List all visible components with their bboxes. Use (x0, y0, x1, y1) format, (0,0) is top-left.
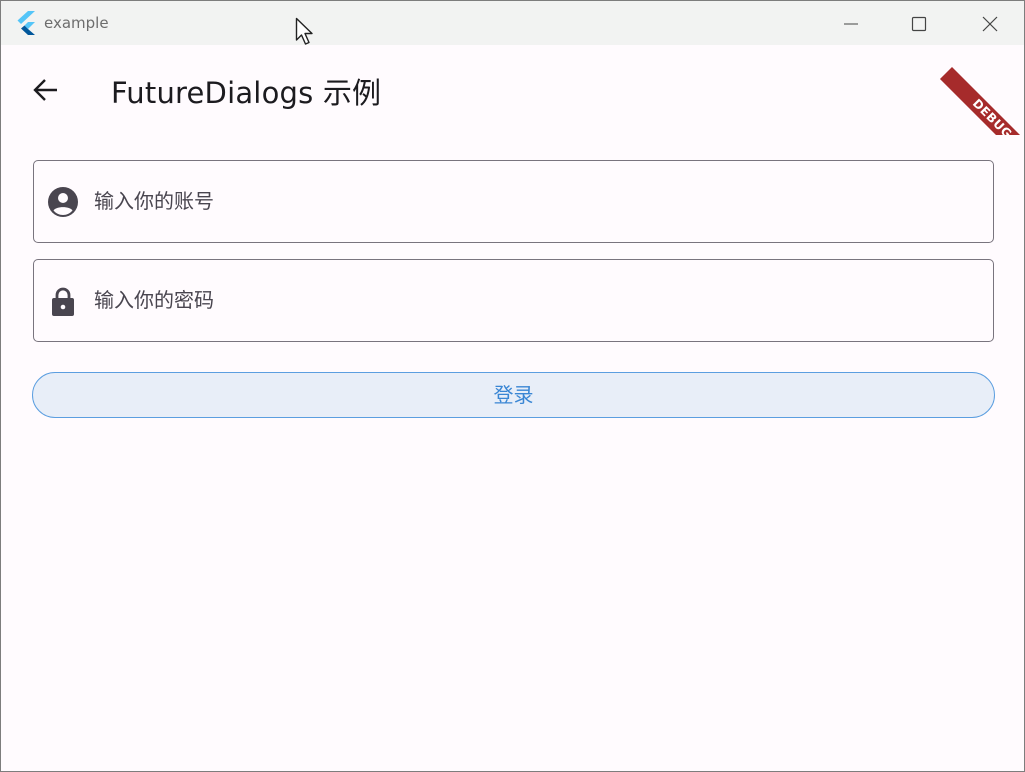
close-icon (982, 16, 998, 32)
minimize-icon (844, 23, 858, 25)
back-button[interactable] (27, 72, 63, 108)
close-button[interactable] (966, 1, 1012, 45)
minimize-button[interactable] (827, 1, 873, 45)
mouse-cursor-icon (295, 17, 313, 45)
arrow-back-icon (33, 79, 57, 101)
password-field[interactable] (33, 259, 994, 342)
debug-banner: DEBUG (934, 45, 1024, 135)
account-field[interactable] (33, 160, 994, 243)
app-window: example FutureDialogs 示例 DEBUG 输入你的账号 登录 (0, 0, 1025, 772)
password-input[interactable] (94, 260, 974, 340)
account-input[interactable] (94, 161, 974, 241)
maximize-icon (911, 16, 927, 32)
debug-label: DEBUG (939, 67, 1024, 135)
app-bar: FutureDialogs 示例 DEBUG (1, 45, 1024, 135)
account-circle-icon (48, 187, 78, 217)
page-title: FutureDialogs 示例 (111, 76, 382, 110)
title-bar[interactable]: example (1, 1, 1024, 45)
lock-icon (52, 287, 74, 316)
login-button[interactable]: 登录 (32, 372, 995, 418)
maximize-button[interactable] (895, 1, 941, 45)
window-title: example (44, 14, 109, 32)
flutter-logo-icon (17, 11, 35, 35)
